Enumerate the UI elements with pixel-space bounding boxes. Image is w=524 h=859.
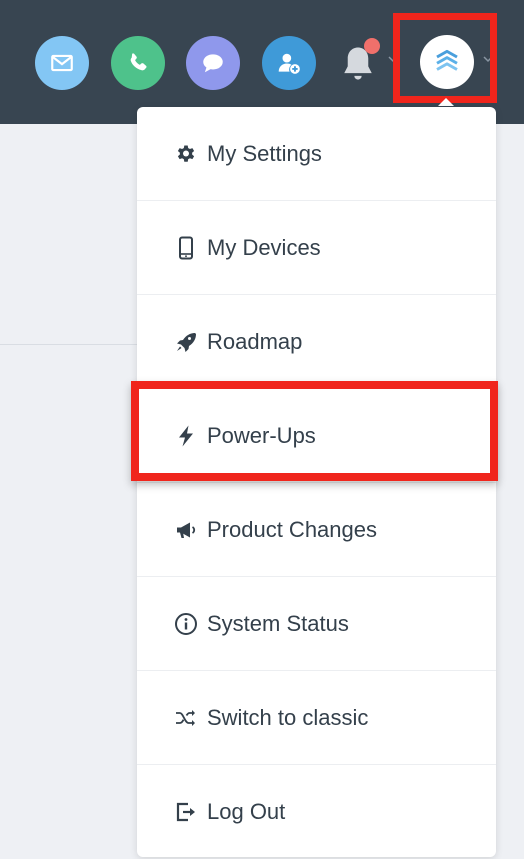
menu-item-label: My Settings xyxy=(207,141,322,166)
power-ups-highlight-box xyxy=(131,381,498,481)
menu-item-label: Log Out xyxy=(207,799,286,824)
menu-item-product-changes[interactable]: Product Changes xyxy=(137,483,496,577)
rocket-icon xyxy=(173,329,199,355)
add-contact-icon xyxy=(278,53,300,74)
email-icon xyxy=(51,54,73,72)
avatar-highlight-box xyxy=(393,13,497,103)
email-button[interactable] xyxy=(35,36,89,90)
info-circle-icon xyxy=(173,611,199,637)
phone-icon xyxy=(130,53,147,71)
menu-item-switch-to-classic[interactable]: Switch to classic xyxy=(137,671,496,765)
menu-item-label: Product Changes xyxy=(207,517,377,542)
call-button[interactable] xyxy=(111,36,165,90)
menu-item-my-settings[interactable]: My Settings xyxy=(137,107,496,201)
menu-item-label: My Devices xyxy=(207,235,321,260)
chat-icon xyxy=(203,54,223,73)
menu-item-label: System Status xyxy=(207,611,349,636)
shuffle-icon xyxy=(173,705,199,731)
menu-item-roadmap[interactable]: Roadmap xyxy=(137,295,496,389)
user-dropdown-menu: My Settings My Devices Roadmap Power-Ups… xyxy=(137,107,496,857)
menu-item-system-status[interactable]: System Status xyxy=(137,577,496,671)
menu-item-label: Switch to classic xyxy=(207,705,369,730)
menu-item-my-devices[interactable]: My Devices xyxy=(137,201,496,295)
logout-icon xyxy=(173,799,199,825)
gear-icon xyxy=(173,141,199,167)
chat-button[interactable] xyxy=(186,36,240,90)
menu-pointer-arrow xyxy=(438,98,454,106)
notification-badge xyxy=(364,38,380,54)
menu-item-label: Roadmap xyxy=(207,329,303,354)
phone-device-icon xyxy=(173,235,199,261)
megaphone-icon xyxy=(173,517,199,543)
background-divider xyxy=(0,344,140,345)
menu-item-log-out[interactable]: Log Out xyxy=(137,765,496,859)
add-contact-button[interactable] xyxy=(262,36,316,90)
